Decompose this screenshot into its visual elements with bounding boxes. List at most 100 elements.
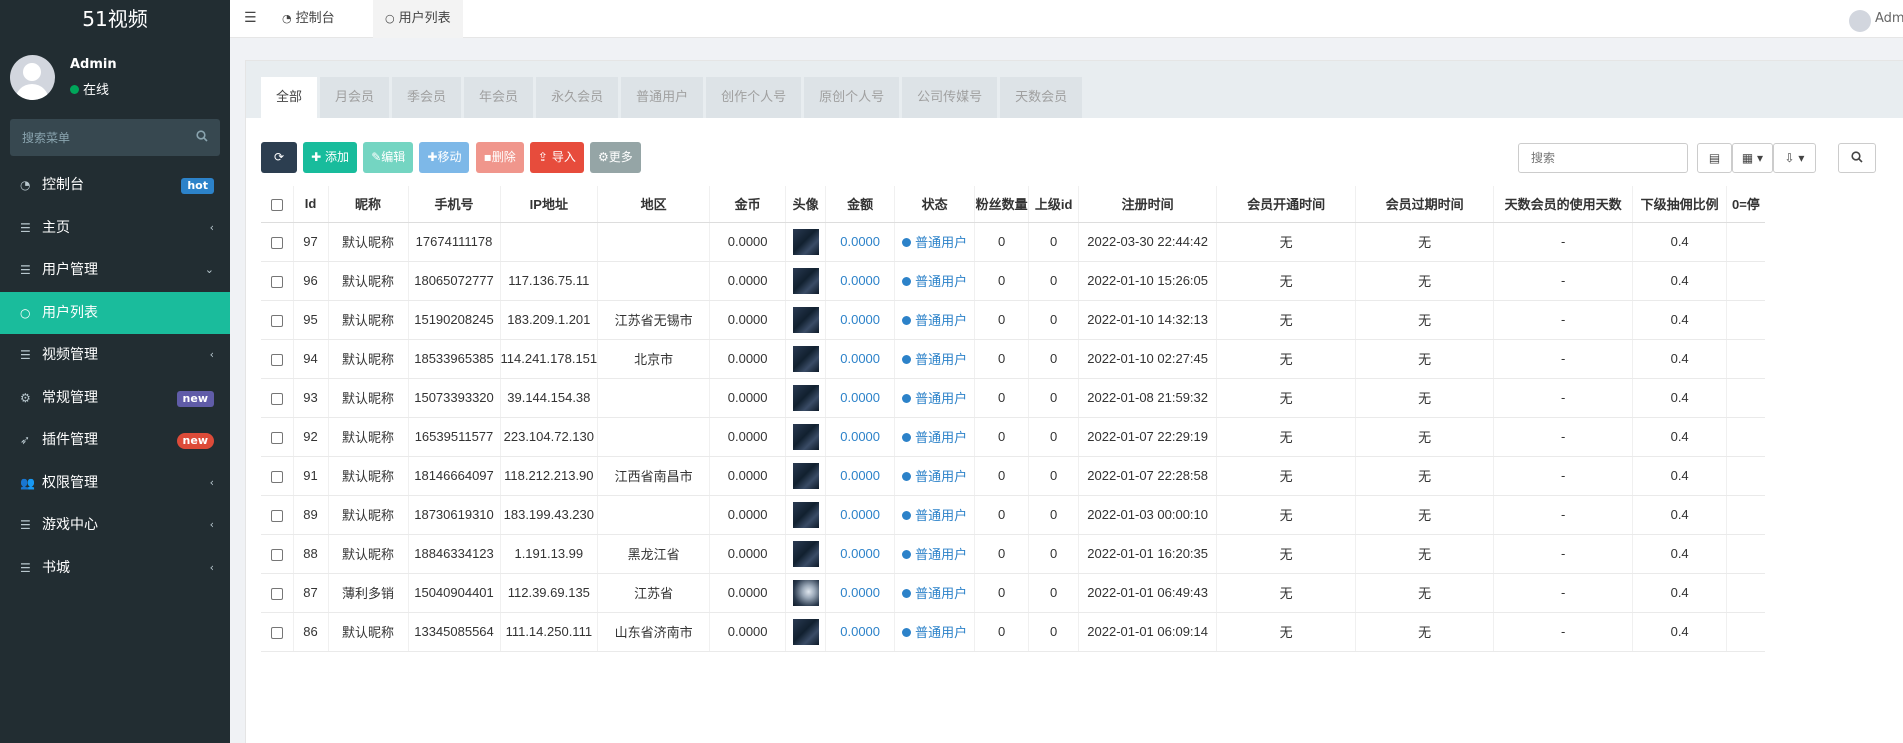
row-checkbox[interactable] <box>270 392 283 405</box>
column-header[interactable]: 地区 <box>597 186 710 223</box>
row-checkbox[interactable] <box>270 626 283 639</box>
money-link[interactable]: 0.0000 <box>840 546 880 561</box>
status-badge[interactable]: 普通用户 <box>902 391 967 406</box>
user-avatar-thumbnail[interactable] <box>792 540 819 567</box>
row-checkbox[interactable] <box>270 470 283 483</box>
tab-dashboard[interactable]: ◔ 控制台 <box>270 0 347 38</box>
money-link[interactable]: 0.0000 <box>840 273 880 288</box>
user-avatar-thumbnail[interactable] <box>792 306 819 333</box>
table-row[interactable]: 96 默认昵称 18065072777 117.136.75.11 0.0000 0.00… <box>261 261 1765 301</box>
row-checkbox[interactable] <box>270 236 283 249</box>
user-avatar-thumbnail[interactable] <box>792 462 819 489</box>
delete-button[interactable]: ▪删除 <box>475 142 524 173</box>
column-header[interactable]: 0=停 <box>1726 186 1765 223</box>
table-row[interactable]: 93 默认昵称 15073393320 39.144.154.38 0.0000 0.00… <box>261 378 1765 418</box>
more-button[interactable]: ⚙更多 <box>589 142 641 173</box>
sidebar-item-0[interactable]: ◔ 控制台 hot <box>0 164 230 207</box>
filter-tab-3[interactable]: 年会员 <box>464 77 534 118</box>
column-header[interactable]: 头像 <box>785 186 826 223</box>
sidebar-item-3[interactable]: ○ 用户列表 <box>0 291 230 334</box>
filter-tab-8[interactable]: 公司传媒号 <box>902 77 998 118</box>
status-badge[interactable]: 普通用户 <box>902 313 967 328</box>
column-header[interactable]: 昵称 <box>327 186 408 223</box>
column-header[interactable]: 下级抽佣比例 <box>1632 186 1727 223</box>
status-badge[interactable]: 普通用户 <box>902 508 967 523</box>
table-row[interactable]: 87 薄利多销 15040904401 112.39.69.135 江苏省 0.0000 0… <box>261 573 1765 613</box>
row-checkbox[interactable] <box>270 587 283 600</box>
move-button[interactable]: ✚移动 <box>419 142 470 173</box>
menu-search-input[interactable] <box>10 119 220 156</box>
status-badge[interactable]: 普通用户 <box>902 586 967 601</box>
filter-tab-0[interactable]: 全部 <box>261 77 318 118</box>
sidebar-item-1[interactable]: ☰ 主页 ‹ <box>0 207 230 250</box>
user-avatar-thumbnail[interactable] <box>792 384 819 411</box>
filter-tab-4[interactable]: 永久会员 <box>536 77 619 118</box>
column-header[interactable]: 状态 <box>894 186 975 223</box>
table-row[interactable]: 94 默认昵称 18533965385 114.241.178.151 北京市 0.000… <box>261 339 1765 379</box>
table-row[interactable]: 91 默认昵称 18146664097 118.212.213.90 江西省南昌市 0.0… <box>261 456 1765 496</box>
money-link[interactable]: 0.0000 <box>840 507 880 522</box>
search-icon[interactable] <box>196 130 208 142</box>
filter-tab-6[interactable]: 创作个人号 <box>706 77 802 118</box>
column-header[interactable]: 注册时间 <box>1078 186 1217 223</box>
toggle-view-button[interactable]: ▤ <box>1697 143 1732 173</box>
filter-tab-2[interactable]: 季会员 <box>392 77 462 118</box>
user-avatar-thumbnail[interactable] <box>792 618 819 645</box>
table-row[interactable]: 86 默认昵称 13345085564 111.14.250.111 山东省济南市 0.0… <box>261 612 1765 652</box>
edit-button[interactable]: ✎编辑 <box>363 142 414 173</box>
filter-tab-9[interactable]: 天数会员 <box>1000 77 1083 118</box>
column-header[interactable]: Id <box>292 186 328 223</box>
row-checkbox[interactable] <box>270 509 283 522</box>
status-badge[interactable]: 普通用户 <box>902 625 967 640</box>
header-avatar[interactable] <box>1849 10 1871 32</box>
brand-logo[interactable]: 51视频 <box>0 0 230 39</box>
column-header[interactable]: 金额 <box>825 186 895 223</box>
money-link[interactable]: 0.0000 <box>840 312 880 327</box>
status-badge[interactable]: 普通用户 <box>902 235 967 250</box>
table-row[interactable]: 95 默认昵称 15190208245 183.209.1.201 江苏省无锡市 0.00… <box>261 300 1765 340</box>
table-row[interactable]: 92 默认昵称 16539511577 223.104.72.130 0.0000 0.0… <box>261 417 1765 457</box>
sidebar-item-5[interactable]: ⚙ 常规管理 new <box>0 377 230 420</box>
row-checkbox[interactable] <box>270 548 283 561</box>
row-checkbox[interactable] <box>270 431 283 444</box>
user-avatar-thumbnail[interactable] <box>792 501 819 528</box>
row-checkbox[interactable] <box>270 353 283 366</box>
column-header[interactable]: 粉丝数量 <box>974 186 1029 223</box>
user-avatar-thumbnail[interactable] <box>792 579 819 606</box>
tab-user-list[interactable]: ○ 用户列表 <box>373 0 463 38</box>
hamburger-menu-icon[interactable]: ☰ <box>244 10 257 26</box>
refresh-button[interactable]: ⟳ <box>261 142 297 173</box>
user-avatar-thumbnail[interactable] <box>792 345 819 372</box>
money-link[interactable]: 0.0000 <box>840 351 880 366</box>
status-badge[interactable]: 普通用户 <box>902 274 967 289</box>
column-header[interactable]: 会员过期时间 <box>1355 186 1494 223</box>
add-button[interactable]: ✚ 添加 <box>303 142 358 173</box>
status-badge[interactable]: 普通用户 <box>902 547 967 562</box>
import-button[interactable]: ⇪ 导入 <box>529 142 584 173</box>
column-header[interactable]: 上级id <box>1028 186 1079 223</box>
money-link[interactable]: 0.0000 <box>840 390 880 405</box>
column-header[interactable]: IP地址 <box>499 186 598 223</box>
select-all-checkbox[interactable] <box>270 198 283 211</box>
table-search-input[interactable] <box>1519 144 1687 172</box>
status-badge[interactable]: 普通用户 <box>902 469 967 484</box>
user-avatar-thumbnail[interactable] <box>792 228 819 255</box>
advanced-search-button[interactable] <box>1838 143 1876 173</box>
table-row[interactable]: 89 默认昵称 18730619310 183.199.43.230 0.0000 0.0… <box>261 495 1765 535</box>
columns-button[interactable]: ▦ ▾ <box>1732 143 1773 173</box>
money-link[interactable]: 0.0000 <box>840 624 880 639</box>
column-header[interactable]: 手机号 <box>407 186 500 223</box>
export-button[interactable]: ⇩ ▾ <box>1773 143 1816 173</box>
money-link[interactable]: 0.0000 <box>840 585 880 600</box>
column-header[interactable]: 金币 <box>709 186 786 223</box>
money-link[interactable]: 0.0000 <box>840 468 880 483</box>
column-header[interactable]: 天数会员的使用天数 <box>1493 186 1633 223</box>
sidebar-item-8[interactable]: ☰ 游戏中心 ‹ <box>0 504 230 547</box>
table-row[interactable]: 88 默认昵称 18846334123 1.191.13.99 黑龙江省 0.0000 0.… <box>261 534 1765 574</box>
sidebar-item-7[interactable]: 👥 权限管理 ‹ <box>0 462 230 505</box>
table-row[interactable]: 97 默认昵称 17674111178 0.0000 0.0000 普通用户 0 0 2022-… <box>261 222 1765 262</box>
row-checkbox[interactable] <box>270 314 283 327</box>
filter-tab-1[interactable]: 月会员 <box>320 77 390 118</box>
sidebar-item-2[interactable]: ☰ 用户管理 ⌄ <box>0 249 230 292</box>
status-badge[interactable]: 普通用户 <box>902 430 967 445</box>
